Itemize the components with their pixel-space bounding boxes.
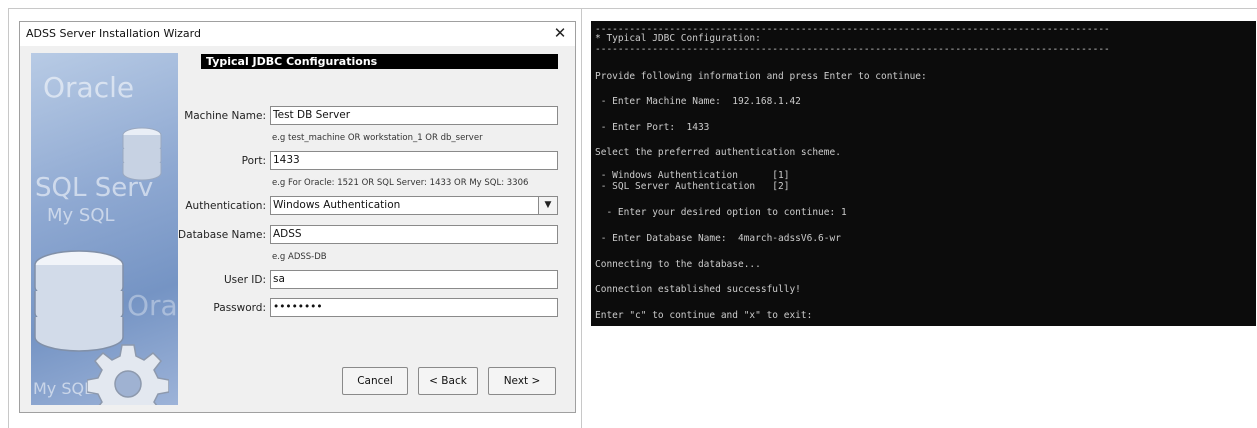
password-field[interactable]: •••••••• (270, 298, 558, 317)
console-line: - SQL Server Authentication [2] (595, 181, 790, 192)
port-hint: e.g For Oracle: 1521 OR SQL Server: 1433… (272, 178, 529, 188)
console-line: Provide following information and press … (595, 71, 927, 82)
database-name-field[interactable]: ADSS (270, 225, 558, 244)
console-line: - Enter your desired option to continue:… (595, 207, 847, 218)
machine-name-field[interactable]: Test DB Server (270, 106, 558, 125)
console-line: Connecting to the database... (595, 259, 761, 270)
console-line: - Enter Database Name: 4march-adssV6.6-w… (595, 233, 841, 244)
window-title: ADSS Server Installation Wizard (26, 27, 201, 40)
console-line: - Enter Machine Name: 192.168.1.42 (595, 96, 801, 107)
password-label: Password: (213, 302, 266, 314)
console-line: Select the preferred authentication sche… (595, 147, 841, 158)
console-line: - Enter Port: 1433 (595, 122, 710, 133)
port-field[interactable]: 1433 (270, 151, 558, 170)
close-button[interactable]: ✕ (551, 24, 569, 42)
machine-name-label: Machine Name: (184, 110, 266, 122)
authentication-select-value: Windows Authentication (273, 199, 401, 211)
authentication-label: Authentication: (185, 200, 266, 212)
next-button[interactable]: Next > (488, 367, 556, 395)
database-name-label: Database Name: (178, 229, 266, 241)
title-bar[interactable]: ADSS Server Installation Wizard ✕ (20, 22, 575, 46)
banner-text-mysql: My SQL (47, 205, 115, 226)
chevron-down-icon[interactable]: ▼ (538, 197, 557, 214)
table-border-left (8, 8, 9, 428)
section-header: Typical JDBC Configurations (201, 54, 558, 69)
console-prompt: Enter "c" to continue and "x" to exit: (595, 310, 813, 321)
banner-text-oracle: Oracle (43, 71, 135, 104)
database-name-hint: e.g ADSS-DB (272, 252, 327, 262)
console-line: Connection established successfully! (595, 284, 801, 295)
gear-icon (87, 344, 169, 405)
user-id-field[interactable]: sa (270, 270, 558, 289)
table-border-top (8, 8, 1257, 9)
port-label: Port: (241, 155, 266, 167)
installation-wizard-dialog: ADSS Server Installation Wizard ✕ Oracle… (19, 21, 576, 413)
user-id-label: User ID: (224, 274, 266, 286)
cancel-button[interactable]: Cancel (342, 367, 408, 395)
banner-text-mysql-2: My SQL (33, 379, 94, 398)
console-window[interactable]: ----------------------------------------… (591, 21, 1256, 326)
table-border-divider (581, 8, 582, 428)
machine-name-hint: e.g test_machine OR workstation_1 OR db_… (272, 133, 483, 143)
authentication-select[interactable]: Windows Authentication ▼ (270, 196, 558, 215)
database-large-icon (34, 250, 124, 352)
back-button[interactable]: < Back (418, 367, 478, 395)
console-separator: ----------------------------------------… (595, 44, 1110, 55)
